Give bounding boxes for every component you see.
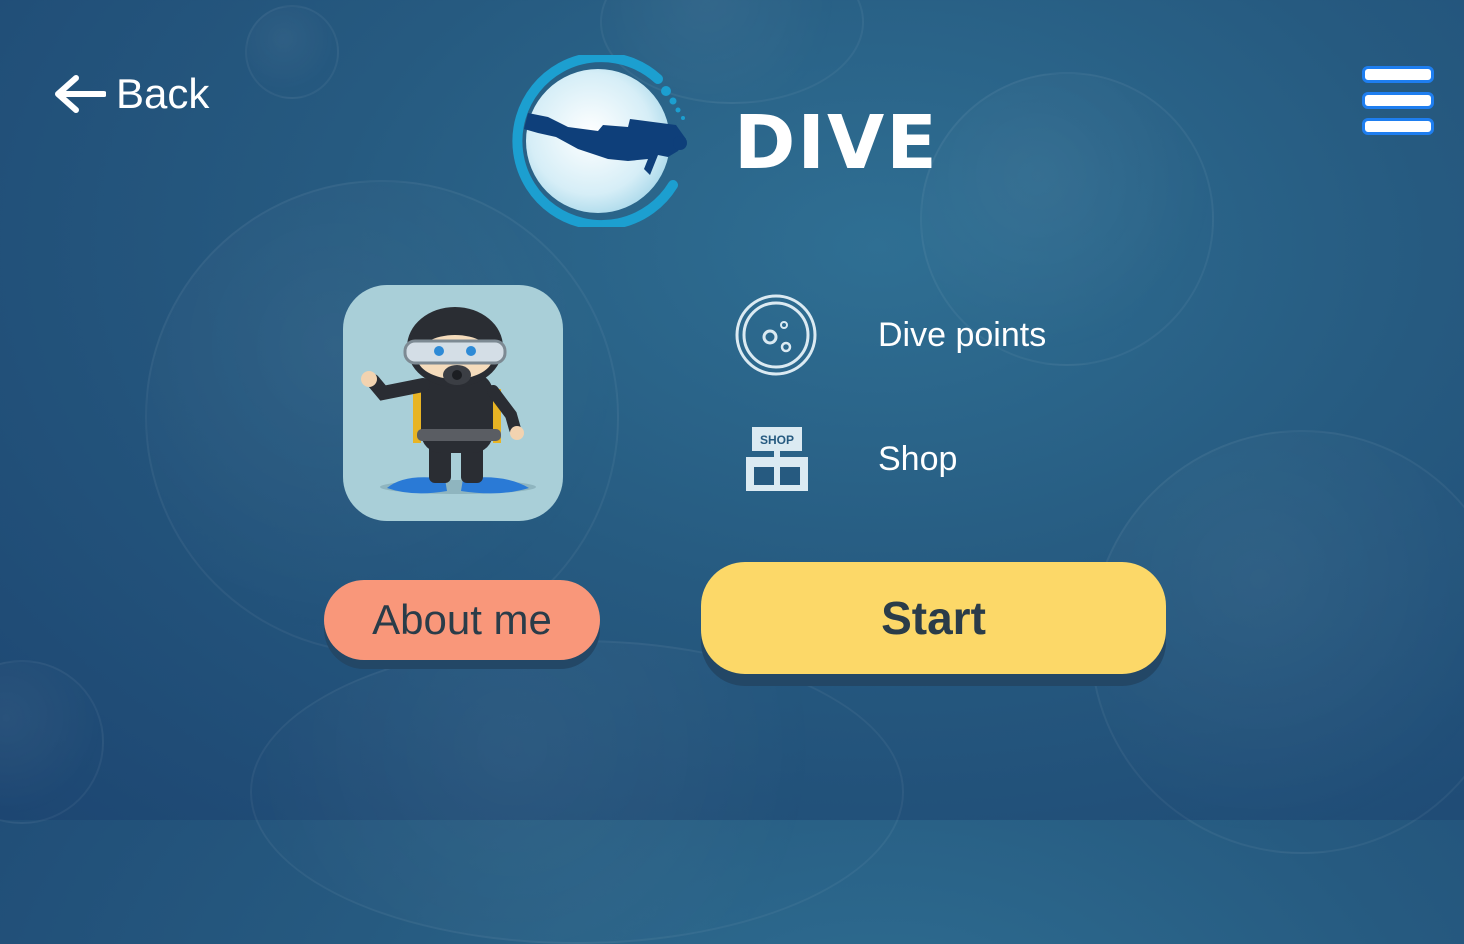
start-button[interactable]: Start <box>701 562 1166 674</box>
app-title: DIVE <box>734 100 939 186</box>
shop-item[interactable]: SHOP Shop <box>744 425 957 493</box>
back-label: Back <box>116 70 210 117</box>
dive-points-label: Dive points <box>878 315 1047 354</box>
back-button[interactable]: Back <box>52 70 209 118</box>
bubbles-icon <box>735 294 817 376</box>
background-bubble <box>250 640 904 944</box>
about-me-button[interactable]: About me <box>324 580 600 660</box>
menu-line <box>1362 92 1434 109</box>
scuba-diver-logo-icon <box>512 55 687 227</box>
shop-sign-text: SHOP <box>760 433 794 447</box>
diver-avatar[interactable] <box>343 285 563 521</box>
diver-character <box>361 307 536 494</box>
shop-label: Shop <box>878 439 958 478</box>
shop-icon: SHOP <box>746 427 808 491</box>
arrow-left-icon <box>55 75 106 113</box>
background-bubble <box>0 660 104 824</box>
menu-line <box>1362 118 1434 135</box>
hamburger-menu-icon[interactable] <box>1362 66 1434 136</box>
menu-line <box>1362 66 1434 83</box>
dive-points-item[interactable]: Dive points <box>734 293 1046 377</box>
background-bubble <box>245 5 339 99</box>
